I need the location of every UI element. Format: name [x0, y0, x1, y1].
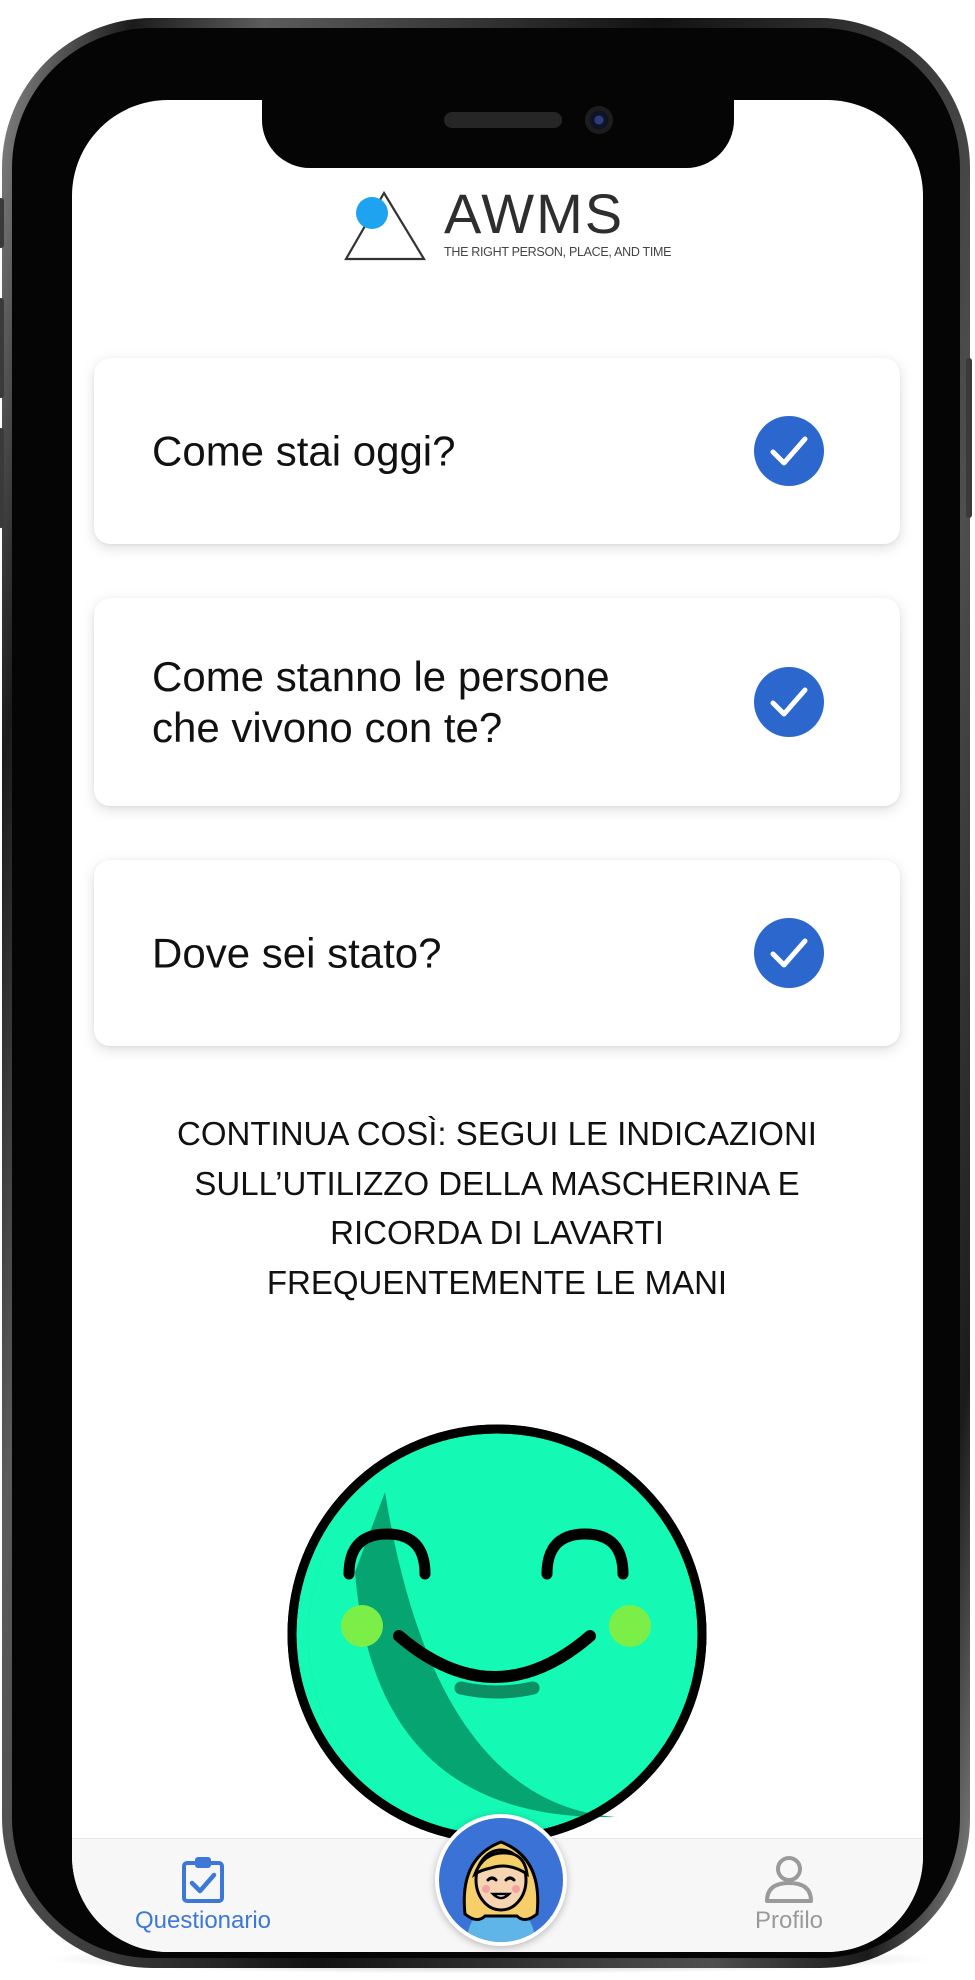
logo-triangle-icon	[344, 190, 426, 261]
question-card-today[interactable]: Come stai oggi?	[94, 358, 900, 544]
avatar-woman-icon	[462, 1840, 540, 1942]
happy-face-icon	[287, 1424, 707, 1846]
phone-bezel: AWMS THE RIGHT PERSON, PLACE, AND TIME C…	[12, 28, 960, 1958]
user-icon	[765, 1856, 813, 1903]
question-label: Dove sei stato?	[152, 929, 442, 977]
volume-down-button	[0, 428, 4, 528]
check-icon	[754, 416, 824, 486]
notch	[262, 100, 734, 168]
tab-profile-label: Profilo	[754, 1907, 824, 1934]
avatar-button[interactable]	[435, 1814, 567, 1946]
question-label: Come stanno le persone che vivono con te…	[152, 653, 610, 751]
logo-tagline: THE RIGHT PERSON, PLACE, AND TIME	[444, 245, 672, 259]
question-card-household[interactable]: Come stanno le persone che vivono con te…	[94, 598, 900, 806]
power-button	[966, 358, 972, 518]
tab-questionnaire-label: Questionario	[134, 1907, 272, 1934]
logo-name: AWMS	[444, 182, 625, 245]
tab-profile[interactable]: Profilo	[699, 1839, 879, 1952]
volume-up-button	[0, 298, 4, 398]
question-label: Come stai oggi?	[152, 427, 456, 475]
clipboard-check-icon	[182, 1857, 224, 1903]
front-camera	[585, 106, 613, 134]
app-logo: AWMS THE RIGHT PERSON, PLACE, AND TIME	[344, 182, 671, 265]
mute-switch	[0, 198, 4, 248]
advice-message: CONTINUA COSÌ: SEGUI LE INDICAZIONI SULL…	[177, 1115, 817, 1301]
check-icon	[754, 667, 824, 737]
speaker-grille	[444, 112, 562, 128]
question-card-places[interactable]: Dove sei stato?	[94, 860, 900, 1046]
phone-frame: AWMS THE RIGHT PERSON, PLACE, AND TIME C…	[0, 18, 972, 1968]
tab-questionnaire[interactable]: Questionario	[113, 1839, 293, 1952]
app-screen: AWMS THE RIGHT PERSON, PLACE, AND TIME C…	[72, 100, 923, 1952]
check-icon	[754, 918, 824, 988]
